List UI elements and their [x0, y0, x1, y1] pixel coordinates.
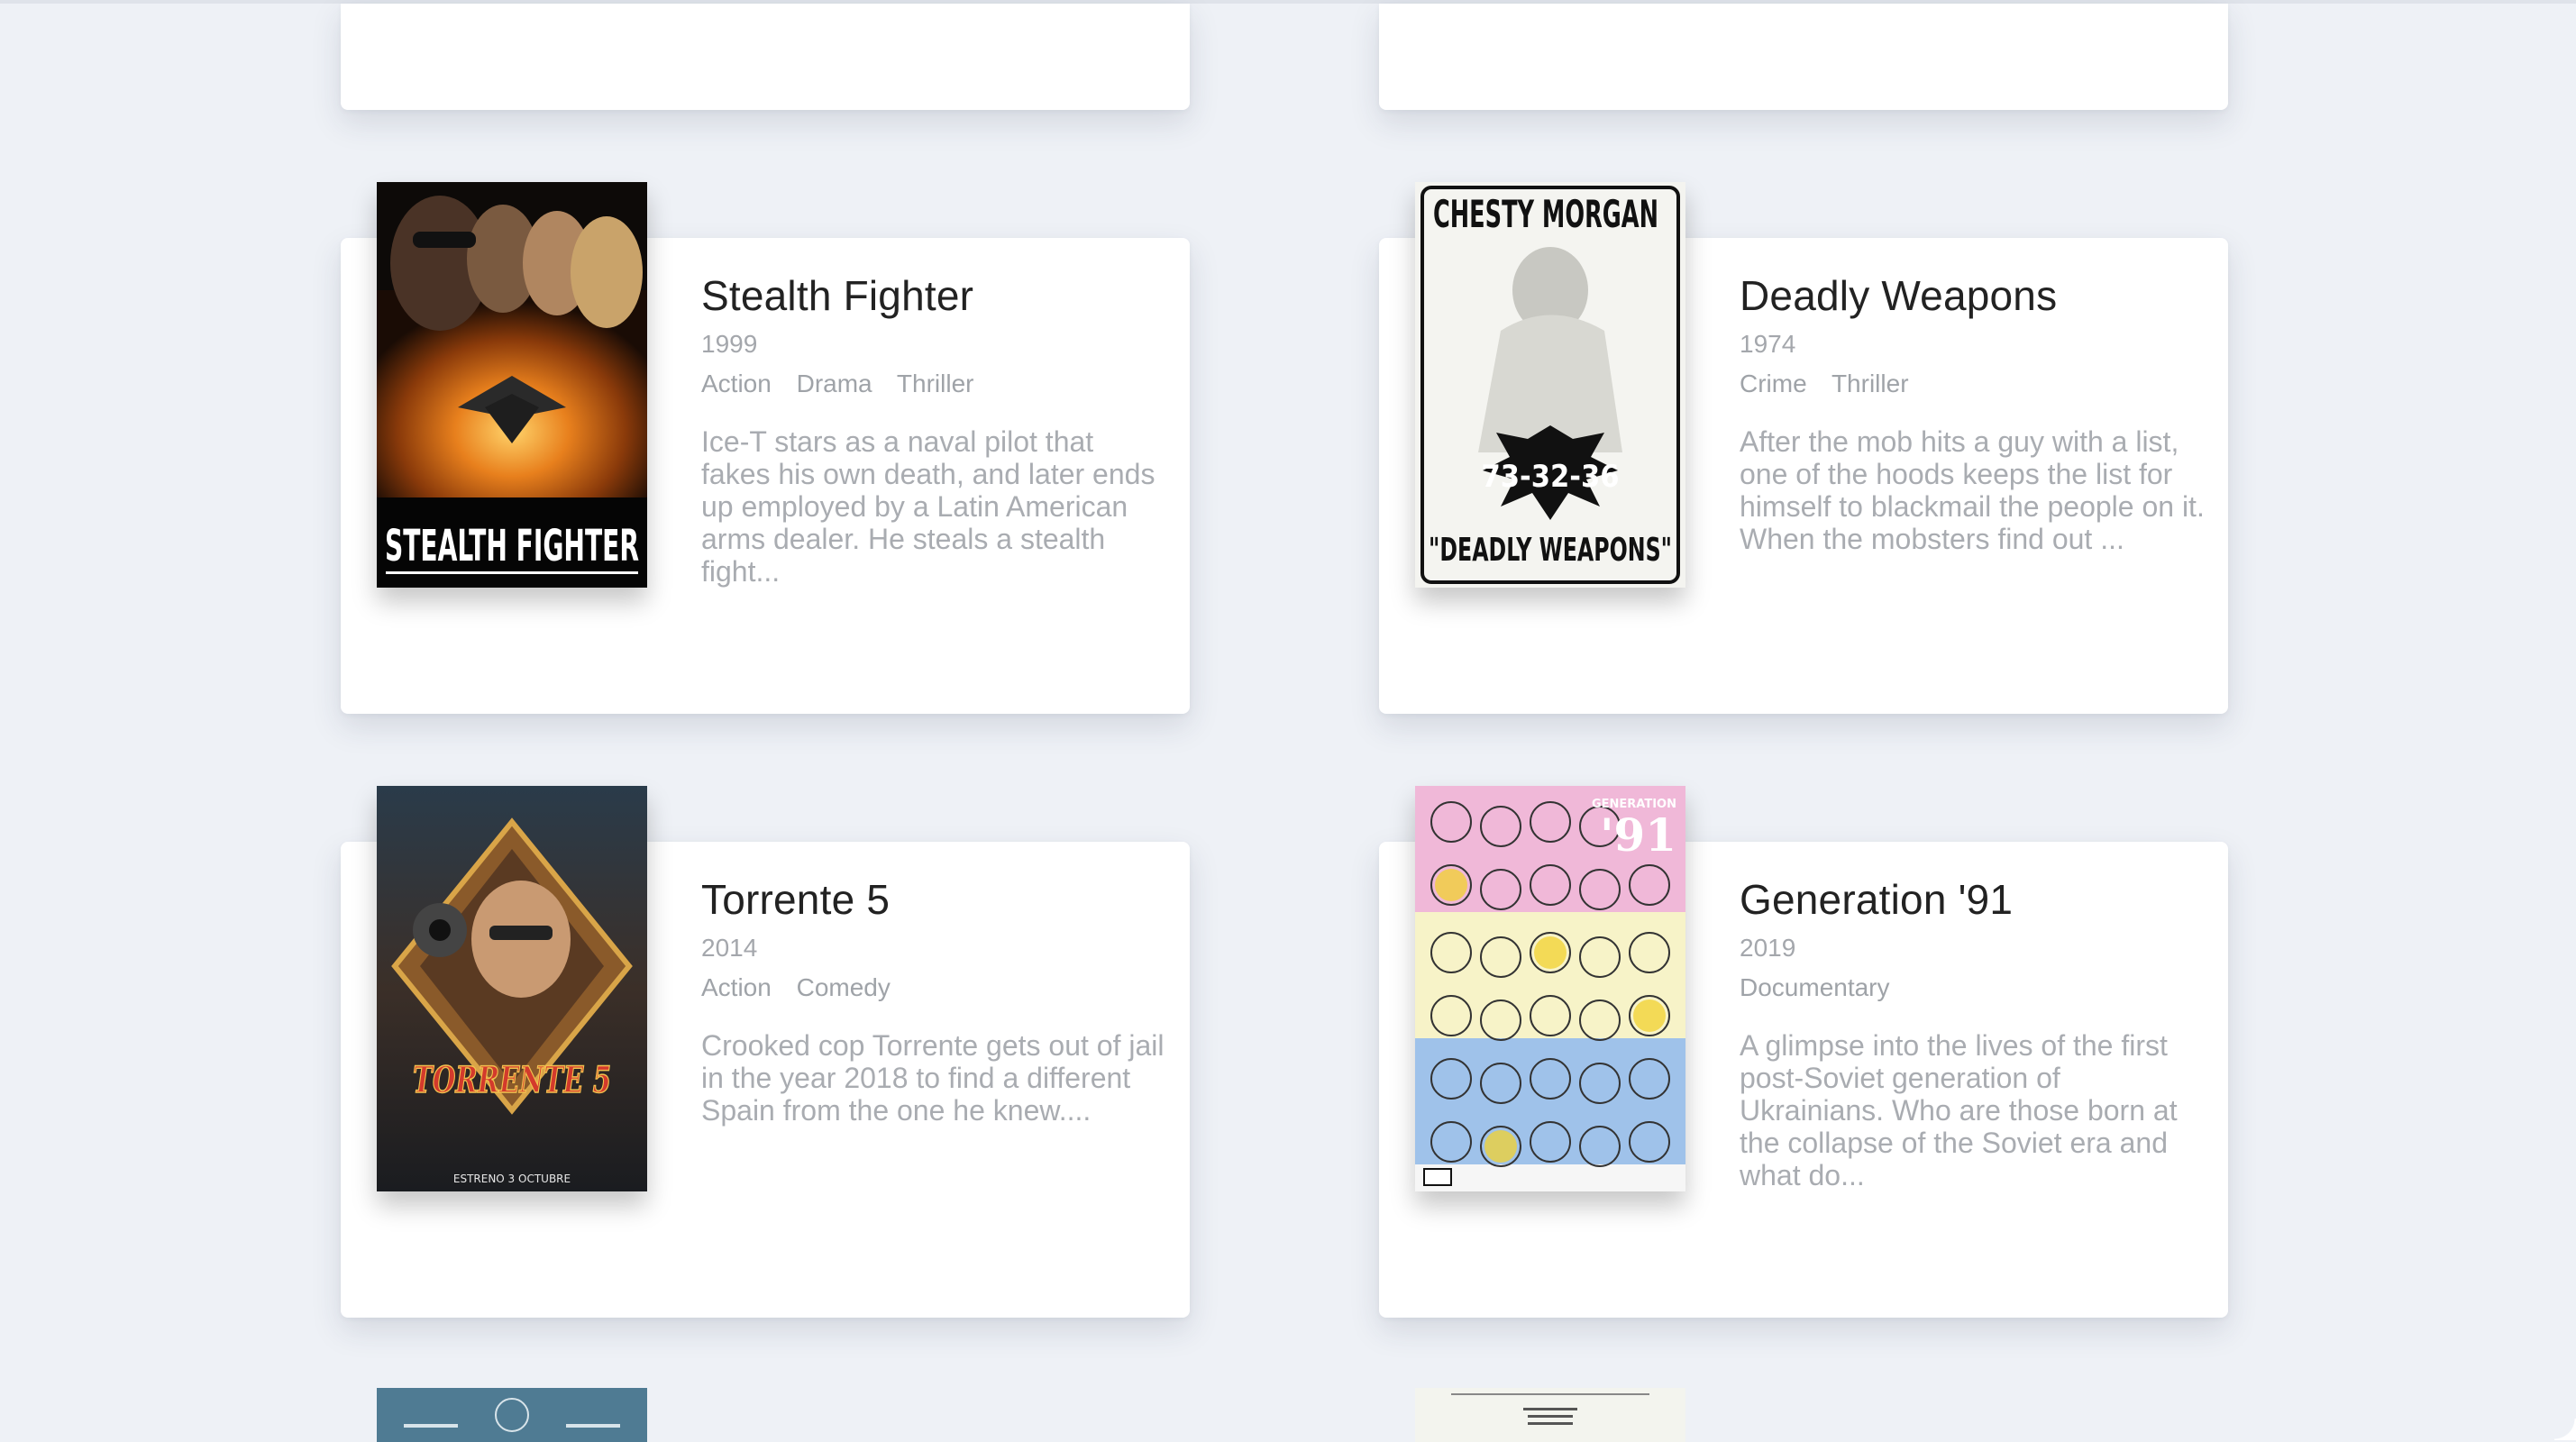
svg-text:ESTRENO 3 OCTUBRE: ESTRENO 3 OCTUBRE	[453, 1173, 571, 1185]
movie-title[interactable]: Stealth Fighter	[701, 270, 1170, 321]
genre-tag: Crime	[1740, 370, 1807, 397]
movie-card-partial[interactable]	[1379, 4, 2228, 110]
svg-text:CHESTY MORGAN: CHESTY MORGAN	[1433, 192, 1658, 236]
movie-description: A glimpse into the lives of the first po…	[1740, 1029, 2178, 1191]
poster-image: GENERATION '91	[1415, 786, 1685, 1191]
svg-text:'91: '91	[1600, 808, 1676, 862]
movie-title[interactable]: Generation '91	[1740, 874, 2208, 925]
movie-title[interactable]: Torrente 5	[701, 874, 1170, 925]
movie-poster[interactable]: TORRENTE 5 ESTRENO 3 OCTUBRE	[377, 786, 647, 1191]
genre-tag: Thriller	[896, 370, 974, 397]
movie-poster[interactable]: STEALTH FIGHTER	[377, 182, 647, 588]
genre-tag: Drama	[796, 370, 872, 397]
movie-title[interactable]: Deadly Weapons	[1740, 270, 2208, 321]
movie-info: Deadly Weapons 1974 Crime Thriller After…	[1740, 270, 2208, 555]
movie-description: Crooked cop Torrente gets out of jail in…	[701, 1029, 1165, 1127]
movie-year: 1974	[1740, 330, 1796, 358]
movie-genres: Documentary	[1740, 972, 2208, 1004]
poster-image	[1415, 1388, 1685, 1442]
movie-genres: Crime Thriller	[1740, 368, 2208, 400]
poster-image: STEALTH FIGHTER	[377, 182, 647, 588]
movie-description: Ice-T stars as a naval pilot that fakes …	[701, 425, 1156, 588]
genre-tag: Thriller	[1831, 370, 1909, 397]
poster-image: TORRENTE 5 ESTRENO 3 OCTUBRE	[377, 786, 647, 1191]
movie-poster-partial[interactable]	[377, 1388, 647, 1442]
svg-text:TORRENTE 5: TORRENTE 5	[413, 1059, 611, 1101]
movie-genres: Action Comedy	[701, 972, 1170, 1004]
movie-card-partial[interactable]	[341, 4, 1190, 110]
genre-tag: Action	[701, 973, 772, 1001]
movie-genres: Action Drama Thriller	[701, 368, 1170, 400]
movie-info: Stealth Fighter 1999 Action Drama Thrill…	[701, 270, 1170, 588]
movie-poster-partial[interactable]	[1415, 1388, 1685, 1442]
svg-text:"DEADLY WEAPONS": "DEADLY WEAPONS"	[1429, 532, 1672, 569]
poster-image: CHESTY MORGAN 73-32-36 "DEADLY WEAPONS"	[1415, 182, 1685, 588]
movie-info: Torrente 5 2014 Action Comedy Crooked co…	[701, 874, 1170, 1127]
poster-image	[377, 1388, 647, 1442]
genre-tag: Comedy	[796, 973, 891, 1001]
svg-text:73-32-36: 73-32-36	[1481, 459, 1619, 495]
movie-poster[interactable]: CHESTY MORGAN 73-32-36 "DEADLY WEAPONS"	[1415, 182, 1685, 588]
movie-poster[interactable]: GENERATION '91	[1415, 786, 1685, 1191]
genre-tag: Action	[701, 370, 772, 397]
window-corner	[2554, 1419, 2576, 1440]
movie-description: After the mob hits a guy with a list, on…	[1740, 425, 2205, 555]
movie-year: 2014	[701, 934, 758, 962]
movie-info: Generation '91 2019 Documentary A glimps…	[1740, 874, 2208, 1191]
movie-year: 1999	[701, 330, 758, 358]
svg-text:STEALTH FIGHTER: STEALTH FIGHTER	[385, 521, 639, 571]
movie-year: 2019	[1740, 934, 1796, 962]
genre-tag: Documentary	[1740, 973, 1890, 1001]
